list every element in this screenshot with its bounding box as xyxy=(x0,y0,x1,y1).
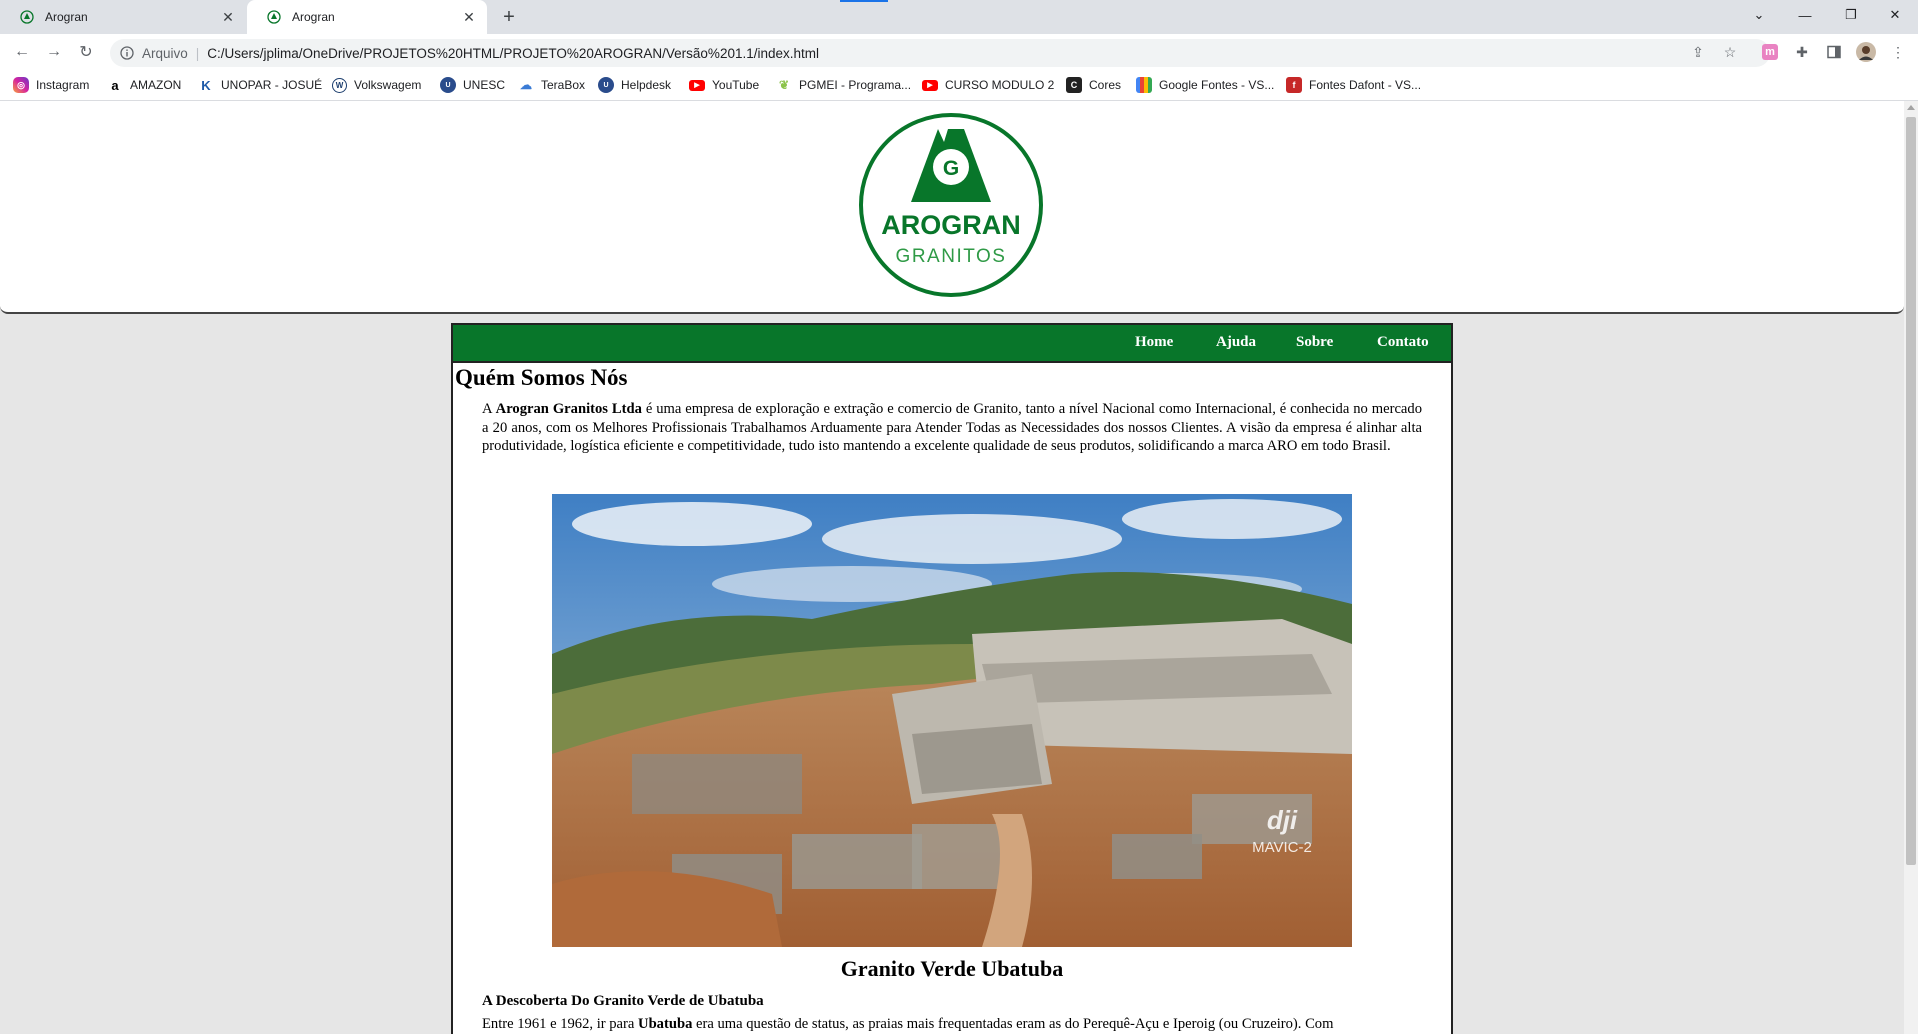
bookmark-label: Volkswagem xyxy=(354,78,422,92)
page-viewport: G AROGRAN GRANITOS Home Ajuda Sobre Cont… xyxy=(0,101,1904,1034)
intro-prefix: A xyxy=(482,401,496,417)
site-header: G AROGRAN GRANITOS xyxy=(0,101,1904,314)
amazon-icon: a xyxy=(107,77,123,93)
minimize-icon[interactable]: — xyxy=(1782,0,1828,30)
bookmark-dafont[interactable]: f Fontes Dafont - VS... xyxy=(1286,76,1421,94)
bookmark-unopar[interactable]: K UNOPAR - JOSUÉ xyxy=(198,76,322,94)
share-icon[interactable]: ⇪ xyxy=(1686,40,1710,64)
window-close-icon[interactable]: ✕ xyxy=(1872,0,1918,30)
reload-icon[interactable]: ↻ xyxy=(74,40,98,64)
scheme-separator: | xyxy=(195,45,200,61)
restore-icon[interactable]: ❐ xyxy=(1828,0,1874,30)
arogran-logo[interactable]: G AROGRAN GRANITOS xyxy=(858,112,1044,298)
bookmark-label: Cores xyxy=(1089,78,1122,92)
close-tab-icon[interactable]: ✕ xyxy=(461,9,477,25)
vertical-scrollbar[interactable] xyxy=(1904,101,1918,1034)
tab-search-chevron-icon[interactable]: ⌄ xyxy=(1736,0,1782,30)
bookmark-label: Google Fontes - VS... xyxy=(1159,78,1275,92)
tab-title: Arogran xyxy=(292,10,335,24)
granite-title: Granito Verde Ubatuba xyxy=(840,956,1064,981)
bookmark-unesc[interactable]: U UNESC xyxy=(440,76,505,94)
helpdesk-icon: U xyxy=(598,77,614,93)
tab-title: Arogran xyxy=(45,10,88,24)
quarry-photo: dji MAVIC-2 xyxy=(552,494,1352,947)
bookmark-amazon[interactable]: a AMAZON xyxy=(107,76,181,94)
unopar-icon: K xyxy=(198,77,214,93)
bookmark-volkswagem[interactable]: W Volkswagem xyxy=(332,76,421,94)
bookmark-star-icon[interactable]: ☆ xyxy=(1718,40,1742,64)
section-title: Quém Somos Nós xyxy=(455,365,628,390)
company-name: Arogran Granitos Ltda xyxy=(495,401,642,417)
discovery-title: A Descoberta Do Granito Verde de Ubatuba xyxy=(482,993,764,1009)
bookmarks-bar: ◎ Instagram a AMAZON K UNOPAR - JOSUÉ W … xyxy=(0,70,1918,101)
bookmark-cores[interactable]: C Cores xyxy=(1066,76,1121,94)
logo-tagline: GRANITOS xyxy=(896,246,1007,267)
cores-icon: C xyxy=(1066,77,1082,93)
info-icon[interactable] xyxy=(118,44,136,62)
scroll-thumb[interactable] xyxy=(1906,117,1916,865)
youtube-icon: ▶ xyxy=(689,79,705,91)
bookmark-helpdesk[interactable]: U Helpdesk xyxy=(598,76,671,94)
close-tab-icon[interactable]: ✕ xyxy=(220,9,236,25)
logo-name: AROGRAN xyxy=(881,210,1021,240)
tab-1[interactable]: Arogran ✕ xyxy=(0,0,246,34)
svg-text:G: G xyxy=(943,157,959,180)
bookmark-google-fontes[interactable]: Google Fontes - VS... xyxy=(1136,76,1274,94)
volkswagen-icon: W xyxy=(332,77,347,93)
tab-strip: Arogran ✕ Arogran ✕ + ⌄ — ❐ ✕ xyxy=(0,0,1918,34)
discovery-prefix: Entre 1961 e 1962, ir para xyxy=(482,1016,639,1032)
bookmark-label: TeraBox xyxy=(541,78,586,92)
bookmark-label: YouTube xyxy=(712,78,760,92)
bookmark-label: UNESC xyxy=(463,78,506,92)
bookmark-label: PGMEI - Programa... xyxy=(799,78,912,92)
bookmark-label: AMAZON xyxy=(130,78,182,92)
arogran-favicon-icon xyxy=(19,9,35,25)
dji-watermark: dji xyxy=(1267,805,1298,835)
nav-contato[interactable]: Contato xyxy=(1377,334,1429,351)
youtube-icon: ▶ xyxy=(922,79,938,91)
bookmark-label: CURSO MODULO 2 xyxy=(945,78,1055,92)
main-container: Home Ajuda Sobre Contato Quém Somos Nós … xyxy=(451,323,1453,1034)
instagram-icon: ◎ xyxy=(13,77,29,93)
scheme-label: Arquivo xyxy=(142,45,188,61)
bookmark-terabox[interactable]: ☁ TeraBox xyxy=(518,76,585,94)
extensions-puzzle-icon[interactable]: ✚ xyxy=(1790,40,1814,64)
terabox-icon: ☁ xyxy=(518,77,534,93)
bookmark-label: Helpdesk xyxy=(621,78,672,92)
site-nav: Home Ajuda Sobre Contato xyxy=(453,325,1451,363)
tab-2-active[interactable]: Arogran ✕ xyxy=(247,0,487,34)
bookmark-label: UNOPAR - JOSUÉ xyxy=(221,78,323,92)
url-text[interactable]: C:/Users/jplima/OneDrive/PROJETOS%20HTML… xyxy=(207,46,819,61)
nav-ajuda[interactable]: Ajuda xyxy=(1216,334,1256,351)
nav-sobre[interactable]: Sobre xyxy=(1296,334,1333,351)
bookmark-curso-modulo-2[interactable]: ▶ CURSO MODULO 2 xyxy=(922,76,1054,94)
discovery-paragraph: Entre 1961 e 1962, ir para Ubatuba era u… xyxy=(482,1015,1422,1034)
intro-paragraph: A Arogran Granitos Ltda é uma empresa de… xyxy=(482,400,1422,456)
bookmark-pgmei[interactable]: ❦ PGMEI - Programa... xyxy=(776,76,911,94)
back-icon[interactable]: ← xyxy=(10,40,34,64)
pgmei-icon: ❦ xyxy=(776,77,792,93)
extension-m-icon[interactable]: m xyxy=(1758,40,1782,64)
side-panel-icon[interactable] xyxy=(1822,40,1846,64)
arogran-favicon-icon xyxy=(266,9,282,25)
bookmark-instagram[interactable]: ◎ Instagram xyxy=(13,76,89,94)
discovery-text: era uma questão de status, as praias mai… xyxy=(692,1016,1334,1032)
discovery-place: Ubatuba xyxy=(638,1016,693,1032)
menu-kebab-icon[interactable]: ⋮ xyxy=(1886,40,1910,64)
unesc-icon: U xyxy=(440,77,456,93)
profile-avatar[interactable] xyxy=(1854,40,1878,64)
tab-indicator xyxy=(840,0,888,2)
bookmark-label: Fontes Dafont - VS... xyxy=(1309,78,1422,92)
mavic-watermark: MAVIC-2 xyxy=(1252,839,1312,856)
browser-toolbar: ← → ↻ Arquivo | C:/Users/jplima/OneDrive… xyxy=(0,34,1918,70)
bookmark-youtube[interactable]: ▶ YouTube xyxy=(689,76,759,94)
bookmark-label: Instagram xyxy=(36,78,90,92)
forward-icon[interactable]: → xyxy=(42,40,66,64)
new-tab-icon[interactable]: + xyxy=(497,5,521,29)
dafont-icon: f xyxy=(1286,77,1302,93)
address-bar[interactable]: Arquivo | C:/Users/jplima/OneDrive/PROJE… xyxy=(110,39,1770,67)
nav-home[interactable]: Home xyxy=(1135,334,1173,351)
scroll-up-icon[interactable] xyxy=(1907,105,1915,110)
google-fonts-icon xyxy=(1136,77,1152,93)
